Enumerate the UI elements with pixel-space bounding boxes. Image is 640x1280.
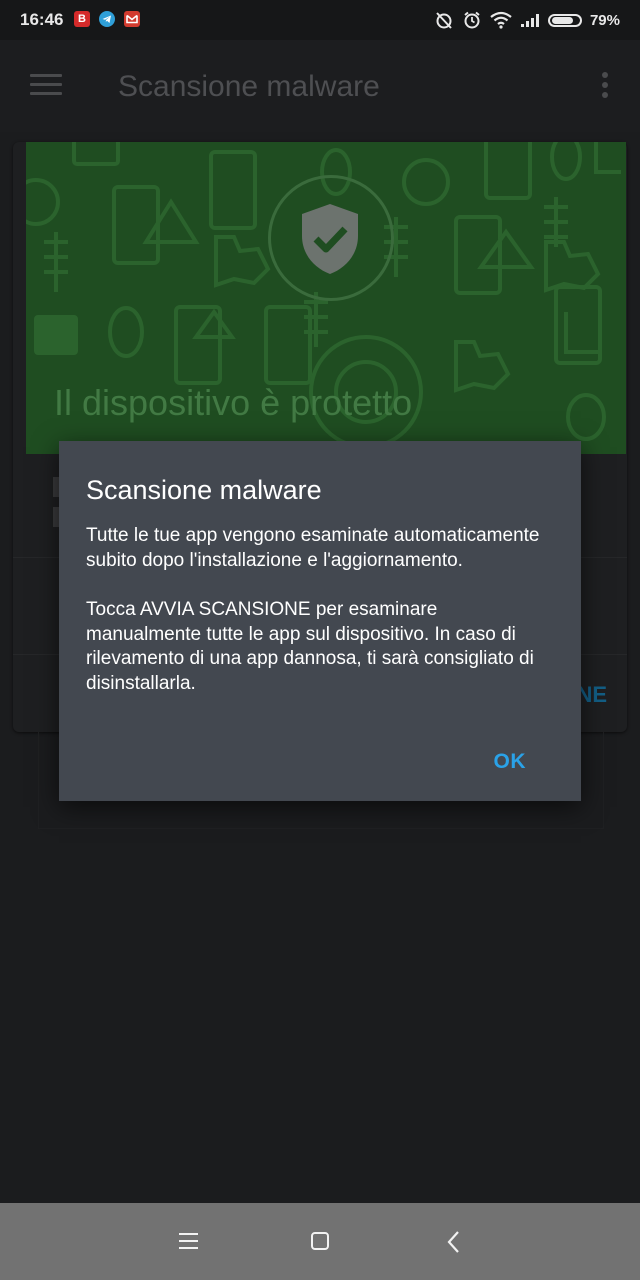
status-bar: 16:46 B 79%: [0, 0, 640, 40]
battery-icon: [547, 13, 582, 27]
status-time: 16:46: [20, 10, 64, 29]
app-bar: Scansione malware: [0, 40, 640, 132]
signal-icon: [520, 14, 539, 27]
gmail-icon: [124, 11, 140, 27]
protected-status-text: Il dispositivo è protetto: [54, 382, 413, 423]
more-vert-icon[interactable]: [602, 72, 610, 100]
battery-fill: [551, 16, 573, 24]
page-title: Scansione malware: [118, 70, 380, 103]
home-icon[interactable]: [311, 1232, 329, 1250]
start-scan-button[interactable]: NE: [576, 682, 607, 708]
alarm-clock-icon: [464, 11, 480, 29]
navigation-bar: [0, 1203, 640, 1280]
dialog-paragraph: Tutte le tue app vengono esaminate autom…: [86, 525, 540, 571]
shield-check-icon: [302, 204, 358, 274]
back-icon[interactable]: [446, 1230, 462, 1254]
status-icons: 79%: [434, 8, 620, 32]
hamburger-menu-icon[interactable]: [30, 74, 62, 98]
b-app-icon: B: [74, 11, 90, 27]
alarm-off-icon: [436, 12, 452, 29]
info-dialog: Scansione malware Tutte le tue app vengo…: [59, 441, 581, 801]
protected-banner: Il dispositivo è protetto: [26, 142, 626, 454]
wifi-icon: [490, 11, 512, 29]
dialog-paragraph: Tocca AVVIA SCANSIONE per esaminare manu…: [86, 599, 534, 694]
dialog-body: Tutte le tue app vengono esaminate autom…: [86, 524, 556, 696]
battery-percent: 79%: [589, 11, 620, 29]
telegram-icon: [99, 11, 115, 27]
recent-apps-icon[interactable]: [179, 1233, 198, 1254]
ok-button[interactable]: OK: [494, 750, 527, 774]
dialog-title: Scansione malware: [86, 475, 322, 505]
